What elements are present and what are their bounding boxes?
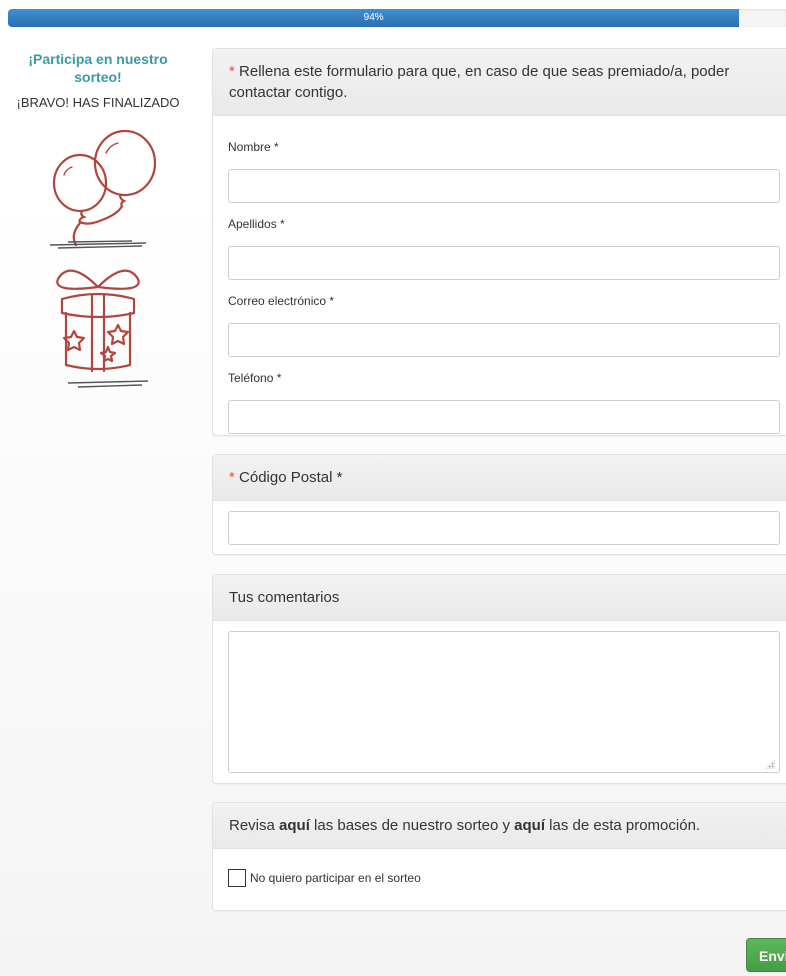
contact-panel-heading: * Rellena este formulario para que, en c… [213, 49, 786, 116]
contact-heading-text: Rellena este formulario para que, en cas… [229, 63, 730, 101]
postal-heading-text: Código Postal * [239, 469, 343, 486]
surname-label: Apellidos * [228, 217, 285, 231]
phone-input[interactable] [228, 400, 780, 434]
contact-panel: * Rellena este formulario para que, en c… [212, 48, 786, 436]
rules-text-middle: las bases de nuestro sorteo y [309, 817, 515, 834]
rules-link-promotion[interactable]: aquí [514, 817, 545, 834]
postal-panel-heading: * Código Postal * [213, 455, 786, 501]
opt-out-row[interactable]: No quiero participar en el sorteo [228, 869, 786, 887]
sidebar-title: ¡Participa en nuestro sorteo! [28, 51, 168, 85]
postal-panel-body [213, 501, 786, 555]
surname-input[interactable] [228, 246, 780, 280]
rules-text-after: las de esta promoción. [545, 817, 701, 834]
progress-label: 94% [363, 12, 384, 23]
opt-out-label: No quiero participar en el sorteo [250, 871, 421, 885]
name-label: Nombre * [228, 140, 279, 154]
comments-panel-heading: Tus comentarios [213, 575, 786, 621]
email-label: Correo electrónico * [228, 294, 335, 308]
gift-icon [56, 269, 149, 388]
comments-textarea[interactable] [228, 631, 780, 773]
send-button[interactable]: Enviar [746, 938, 786, 972]
required-mark: * [229, 469, 235, 486]
phone-label: Teléfono * [228, 371, 282, 385]
rules-panel: Revisa aquí las bases de nuestro sorteo … [212, 802, 786, 911]
rules-text-before: Revisa [229, 817, 280, 834]
name-input[interactable] [228, 169, 780, 203]
progress-fill: 94% [8, 9, 740, 27]
postal-code-input[interactable] [228, 511, 780, 545]
balloons-icon [49, 129, 157, 249]
progress-bar: 94% [8, 9, 786, 27]
postal-panel: * Código Postal * [212, 454, 786, 555]
email-input[interactable] [228, 323, 780, 357]
rules-panel-heading: Revisa aquí las bases de nuestro sorteo … [213, 803, 786, 849]
comments-panel: Tus comentarios [212, 574, 786, 784]
rules-link-bases[interactable]: aquí [279, 817, 310, 834]
sidebar-subtitle: ¡BRAVO! HAS FINALIZADO [16, 95, 180, 110]
opt-out-checkbox[interactable] [228, 869, 246, 887]
rules-panel-body: No quiero participar en el sorteo [213, 849, 786, 897]
contact-panel-body: Nombre * Apellidos * Correo electrónico … [213, 116, 786, 444]
sidebar: ¡Participa en nuestro sorteo! ¡BRAVO! HA… [10, 50, 186, 395]
comments-panel-body [213, 621, 786, 783]
comments-heading-text: Tus comentarios [229, 589, 340, 606]
required-mark: * [229, 63, 235, 80]
